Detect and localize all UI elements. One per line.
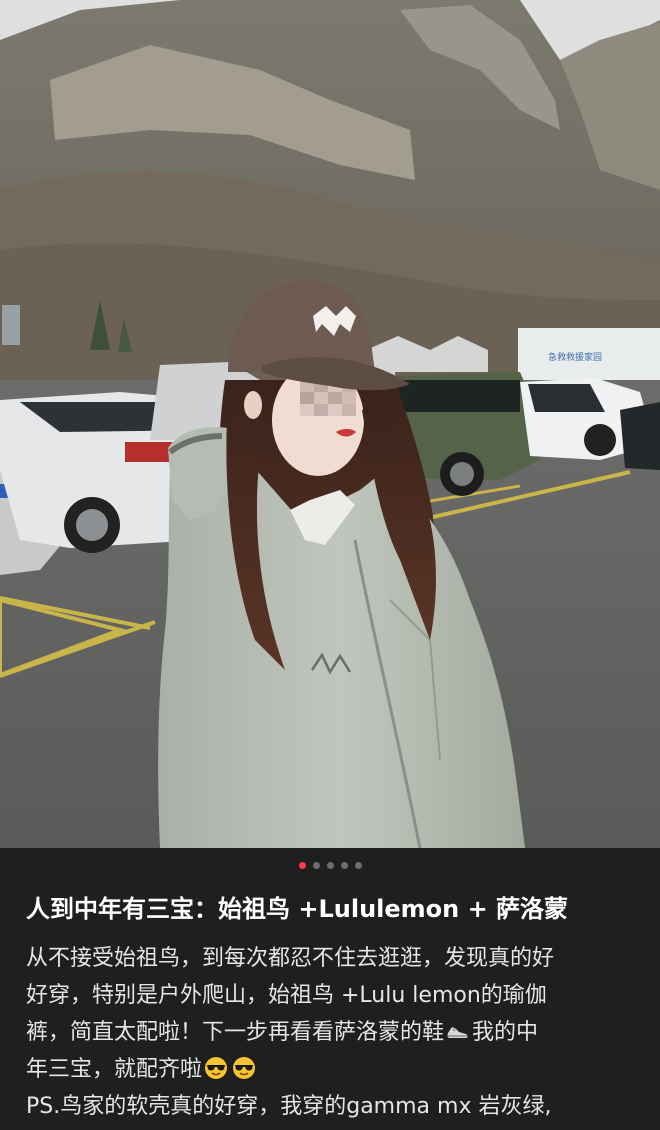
carousel-dot-2[interactable] bbox=[312, 862, 320, 869]
sunglasses-face-icon bbox=[205, 1057, 228, 1079]
post-body: 从不接受始祖鸟，到每次都忍不住去逛逛，发现真的好 好穿，特别是户外爬山，始祖鸟 … bbox=[26, 940, 638, 1125]
carousel-dot-3[interactable] bbox=[326, 862, 334, 869]
carousel-dot-5[interactable] bbox=[354, 862, 362, 869]
post-title: 人到中年有三宝：始祖鸟 +Lululemon + 萨洛蒙 bbox=[26, 895, 569, 923]
post-body-line: 好穿，特别是户外爬山，始祖鸟 +Lulu lemon的瑜伽 bbox=[26, 983, 547, 1008]
van-sign-text: 急救救援家园 bbox=[548, 351, 602, 363]
post-content-panel: 人到中年有三宝：始祖鸟 +Lululemon + 萨洛蒙 从不接受始祖鸟，到每次… bbox=[0, 848, 660, 1130]
post-body-line: 裤，简直太配啦！下一步再看看萨洛蒙的鞋 我的中 bbox=[26, 1014, 638, 1051]
post-body-line: 年三宝，就配齐啦 bbox=[26, 1051, 638, 1088]
carousel-dot-4[interactable] bbox=[340, 862, 348, 869]
post-body-text: 我的中 bbox=[472, 1020, 539, 1045]
post-body-line: 从不接受始祖鸟，到每次都忍不住去逛逛，发现真的好 bbox=[26, 946, 555, 971]
post-body-text: 年三宝，就配齐啦 bbox=[26, 1057, 203, 1082]
post-photo[interactable]: 急救救援家园 bbox=[0, 0, 660, 848]
post-body-text: 裤，简直太配啦！下一步再看看萨洛蒙的鞋 bbox=[26, 1020, 445, 1045]
carousel-indicator[interactable] bbox=[0, 862, 660, 869]
photo-illustration: 急救救援家园 bbox=[0, 0, 660, 848]
post-detail-screen: 急救救援家园 人到中年有三宝：始祖鸟 +Lululemon + 萨洛蒙 从不接受… bbox=[0, 0, 660, 1130]
carousel-dot-1-active[interactable] bbox=[298, 862, 306, 869]
post-body-line: PS.鸟家的软壳真的好穿，我穿的gamma mx 岩灰绿, bbox=[26, 1094, 552, 1119]
sunglasses-face-icon bbox=[233, 1057, 256, 1079]
sneaker-emoji-icon bbox=[447, 1027, 468, 1038]
